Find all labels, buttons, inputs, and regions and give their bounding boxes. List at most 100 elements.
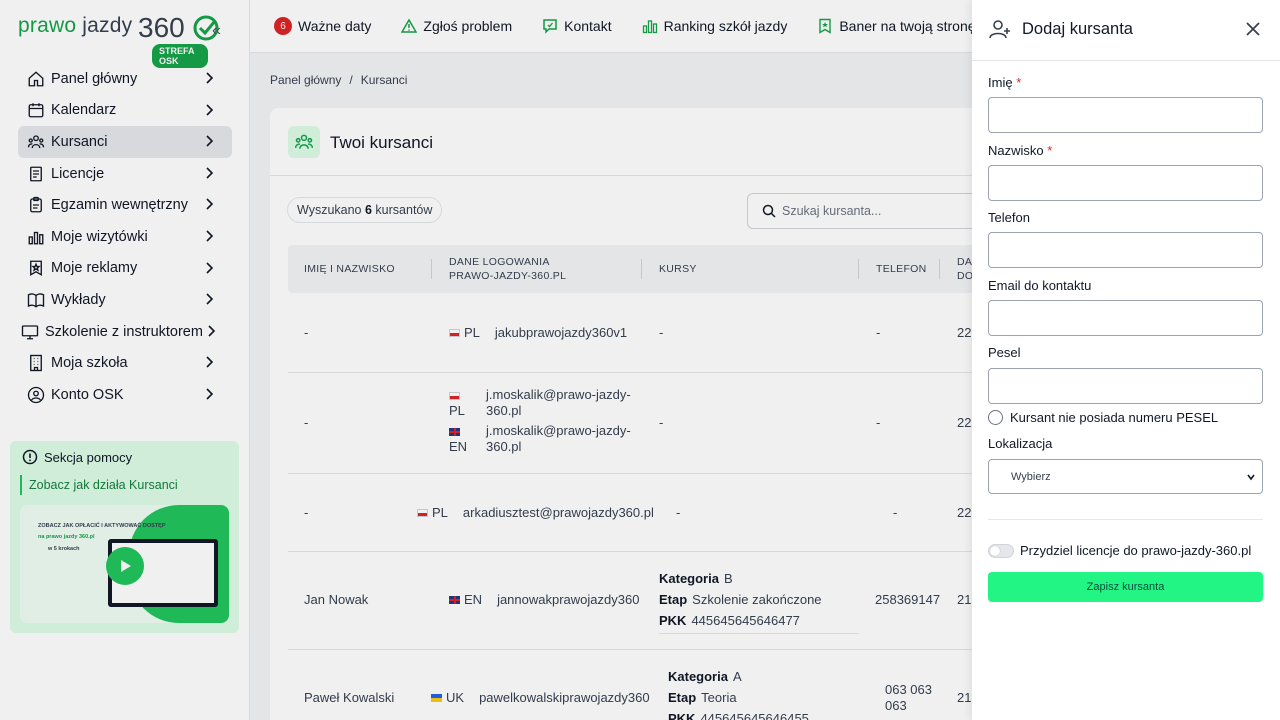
- cell-lang: PL: [432, 505, 448, 520]
- topbar-item-label: Ranking szkół jazdy: [663, 18, 788, 34]
- flag-pl-icon: [449, 391, 460, 400]
- sidebar-item-konto-osk[interactable]: Konto OSK: [18, 379, 232, 411]
- sidebar-item-label: Kalendarz: [51, 102, 117, 119]
- sidebar-item-panel-glowny[interactable]: Panel główny: [18, 63, 232, 95]
- page-title: Twoi kursanci: [330, 133, 433, 152]
- help-link[interactable]: Zobacz jak działa Kursanci: [20, 475, 178, 495]
- breadcrumb-current: Kursanci: [360, 73, 408, 87]
- drawer-header: Dodaj kursanta: [972, 0, 1280, 61]
- column-header-date-line1: DA: [957, 256, 973, 268]
- email-label: Email do kontaktu: [988, 278, 1092, 293]
- students-card: Twoi kursanci Wyszukano 6 kursantów Szuk…: [270, 108, 1007, 720]
- first-name-field[interactable]: [988, 97, 1263, 133]
- sidebar-item-kursanci[interactable]: Kursanci: [18, 126, 232, 158]
- location-label: Lokalizacja: [988, 436, 1053, 451]
- sidebar-item-label: Szkolenie z instruktorem: [45, 323, 203, 340]
- no-pesel-option[interactable]: Kursant nie posiada numeru PESEL: [988, 410, 1218, 425]
- cell-name: -: [304, 325, 309, 340]
- breadcrumb-home[interactable]: Panel główny: [270, 73, 341, 87]
- column-header-date[interactable]: DA DO: [957, 245, 973, 293]
- column-header-login-line1: DANE LOGOWANIA: [449, 256, 550, 268]
- course-stage-label: Etap: [659, 592, 688, 607]
- save-student-button[interactable]: Zapisz kursanta: [988, 572, 1263, 602]
- bookmark-star-icon: [819, 18, 832, 34]
- close-icon[interactable]: [1244, 20, 1262, 38]
- cell-courses: Kategoria B Etap Szkolenie zakończone PKK 4…: [659, 568, 859, 634]
- document-icon: [26, 164, 46, 184]
- cell-login-value: arkadiusztest@prawojazdy360.pl: [462, 505, 654, 520]
- course-stage-value: Teoria: [701, 690, 737, 705]
- cell-date: 22: [957, 325, 972, 340]
- course-pkk-value: 445645645646455: [700, 711, 809, 720]
- column-divider: [641, 259, 642, 279]
- sidebar-item-moje-wizytowki[interactable]: Moje wizytówki: [18, 221, 232, 253]
- collapse-sidebar-icon[interactable]: «: [212, 22, 221, 40]
- column-header-name[interactable]: IMIĘ I NAZWISKO: [304, 245, 395, 293]
- table-row[interactable]: - PL EN j.moskalik@prawo-jazdy- 360.pl j…: [288, 373, 988, 474]
- license-toggle[interactable]: [988, 543, 1014, 558]
- email-field[interactable]: [988, 300, 1263, 336]
- cell-login2-value-line2: 360.pl: [486, 439, 522, 454]
- cell-courses: -: [659, 325, 664, 340]
- help-video-thumbnail[interactable]: ZOBACZ JAK OPŁACIĆ I AKTYWOWAĆ DOSTĘP na…: [20, 505, 229, 623]
- location-select-value: Wybierz: [1011, 470, 1051, 483]
- sidebar-item-egzamin-wewnetrzny[interactable]: Egzamin wewnętrzny: [18, 189, 232, 221]
- chevron-down-icon: [1247, 474, 1255, 481]
- sidebar-item-moja-szkola[interactable]: Moja szkoła: [18, 347, 232, 379]
- cell-lang-2: EN: [449, 439, 468, 454]
- chevron-right-icon: [206, 293, 214, 305]
- table-row[interactable]: Jan Nowak EN jannowakprawojazdy360 Kateg…: [288, 552, 988, 650]
- chevron-right-icon: [206, 167, 214, 179]
- sidebar-item-licencje[interactable]: Licencje: [18, 158, 232, 190]
- sidebar-item-wyklady[interactable]: Wykłady: [18, 284, 232, 316]
- drawer-divider: [988, 519, 1263, 520]
- video-caption-title: ZOBACZ JAK OPŁACIĆ I AKTYWOWAĆ DOSTĘP: [38, 523, 166, 529]
- sidebar-item-szkolenie-z-instruktorem[interactable]: Szkolenie z instruktorem: [18, 316, 232, 348]
- search-input[interactable]: Szukaj kursanta...: [747, 193, 1007, 229]
- flag-en-icon: [449, 427, 460, 436]
- chevron-right-icon: [206, 388, 214, 400]
- topbar-ranking[interactable]: Ranking szkół jazdy: [642, 18, 788, 34]
- table-row[interactable]: - PL jakubprawojazdy360v1 - - 22: [288, 293, 988, 373]
- column-divider: [431, 259, 432, 279]
- topbar-report-problem[interactable]: Zgłoś problem: [401, 18, 512, 34]
- sidebar-item-label: Kursanci: [51, 133, 108, 150]
- cell-phone-line1: 063 063: [885, 682, 932, 697]
- last-name-field[interactable]: [988, 165, 1263, 201]
- table-row[interactable]: Paweł Kowalski UK pawelkowalskiprawojazd…: [288, 650, 988, 720]
- logo-brand-b: jazdy: [82, 14, 133, 37]
- add-student-drawer: Dodaj kursanta Imię * Nazwisko * Telefon…: [972, 0, 1280, 720]
- phone-field[interactable]: [988, 232, 1263, 268]
- sidebar-item-moje-reklamy[interactable]: Moje reklamy: [18, 253, 232, 285]
- course-category-label: Kategoria: [659, 571, 719, 586]
- chevron-right-icon: [206, 72, 214, 84]
- table-row[interactable]: - PL arkadiusztest@prawojazdy360.pl - - …: [288, 474, 988, 552]
- cell-courses: -: [659, 415, 664, 430]
- column-header-phone[interactable]: TELEFON: [876, 245, 927, 293]
- topbar-contact[interactable]: Kontakt: [542, 18, 612, 34]
- topbar-banner[interactable]: Baner na twoją stronę: [817, 18, 972, 34]
- location-select[interactable]: Wybierz: [988, 459, 1263, 494]
- ranking-chart-icon: [642, 20, 657, 34]
- last-name-label: Nazwisko *: [988, 143, 1052, 158]
- license-toggle-label: Przydziel licencje do prawo-jazdy-360.pl: [1020, 543, 1252, 558]
- first-name-label: Imię *: [988, 75, 1021, 90]
- table-header: IMIĘ I NAZWISKO DANE LOGOWANIA PRAWO-JAZ…: [288, 245, 988, 293]
- card-header: Twoi kursanci: [270, 108, 990, 176]
- license-toggle-row[interactable]: Przydziel licencje do prawo-jazdy-360.pl: [988, 543, 1251, 558]
- sidebar-item-kalendarz[interactable]: Kalendarz: [18, 95, 232, 127]
- pesel-field[interactable]: [988, 368, 1263, 404]
- column-header-date-line2: DO: [957, 270, 974, 282]
- sidebar-item-label: Wykłady: [51, 291, 106, 308]
- column-header-courses[interactable]: KURSY: [659, 245, 697, 293]
- no-pesel-radio[interactable]: [988, 410, 1003, 425]
- cell-login-value-line1: j.moskalik@prawo-jazdy-: [486, 387, 631, 402]
- flag-pl-icon: [417, 508, 428, 517]
- sidebar-nav: Panel główny Kalendarz Kursanci Licencje…: [18, 63, 232, 411]
- play-icon[interactable]: [106, 547, 144, 585]
- column-header-login[interactable]: DANE LOGOWANIA PRAWO-JAZDY-360.PL: [449, 245, 566, 293]
- logo[interactable]: prawo jazdy 360 STREFA OSK: [18, 12, 219, 68]
- course-pkk-label: PKK: [659, 613, 687, 628]
- cell-phone: -: [893, 505, 898, 520]
- topbar-important-dates[interactable]: 6 Ważne daty: [274, 17, 371, 35]
